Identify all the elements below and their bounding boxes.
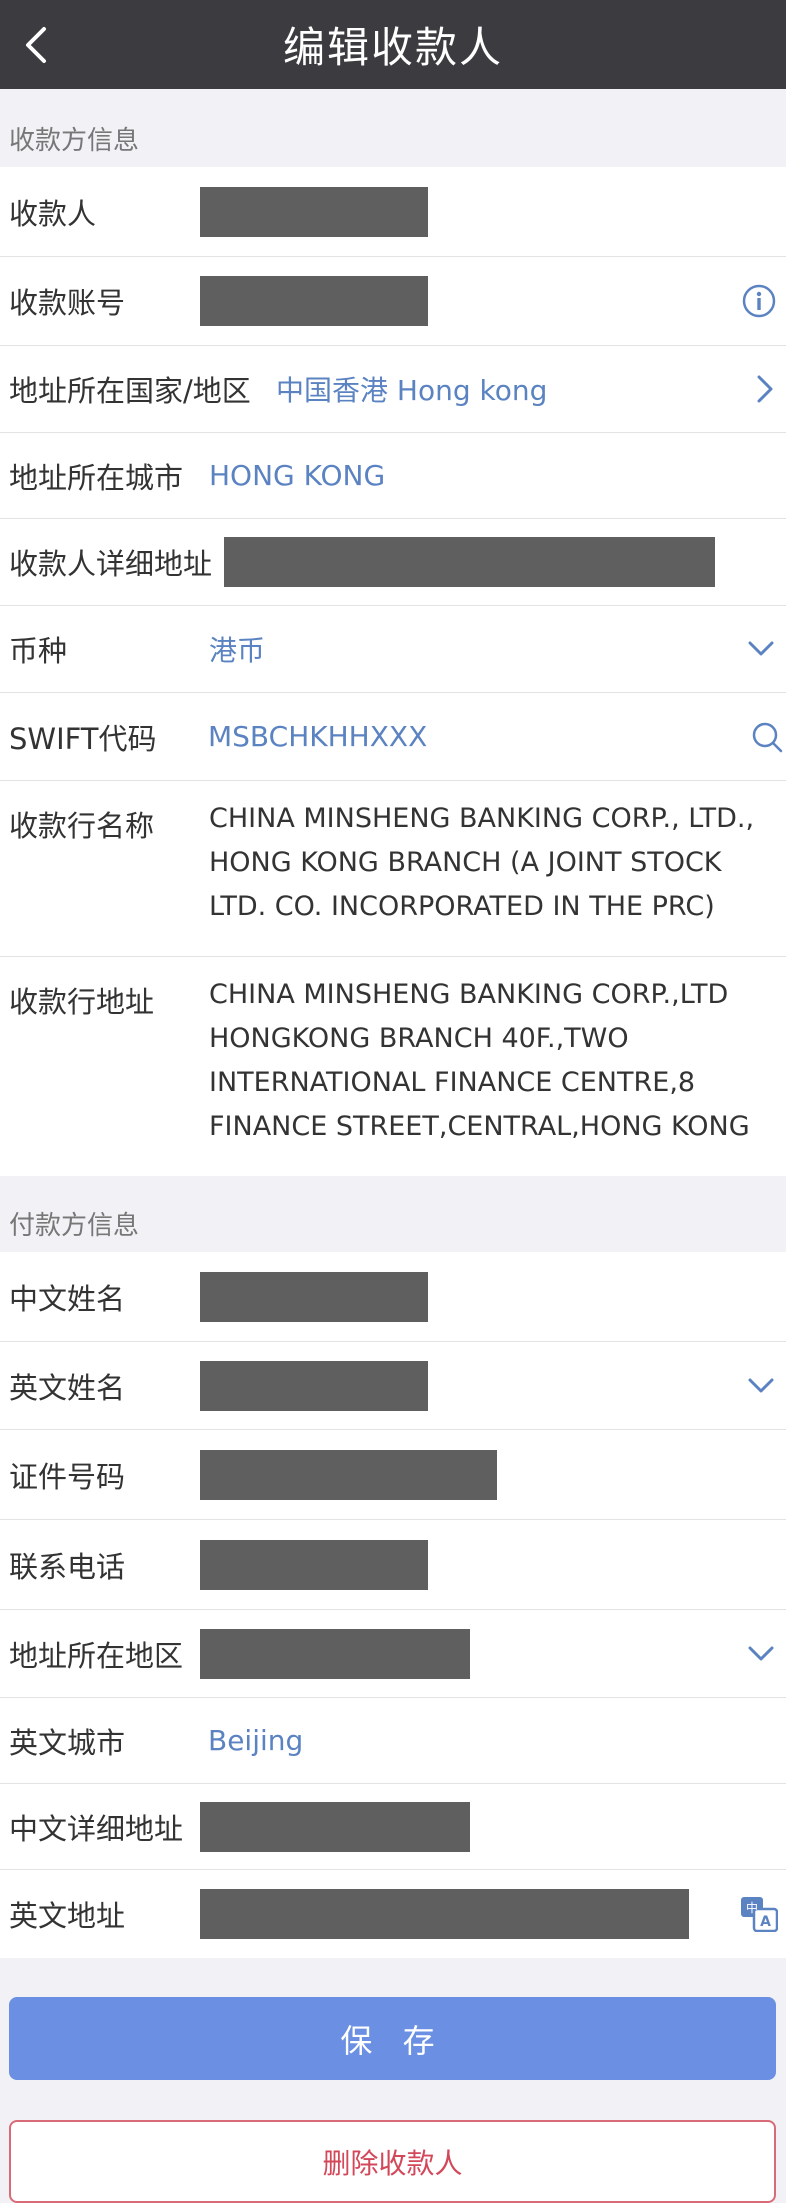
svg-text:A: A bbox=[760, 1914, 771, 1930]
payee-account-row[interactable]: 收款账号 bbox=[0, 257, 786, 346]
en-city-row[interactable]: 英文城市 Beijing bbox=[0, 1698, 786, 1784]
navbar: 编辑收款人 bbox=[0, 0, 786, 89]
currency-row[interactable]: 币种 港币 bbox=[0, 606, 786, 693]
swift-value[interactable]: MSBCHKHHXXX bbox=[208, 720, 427, 753]
en-name-row[interactable]: 英文姓名 bbox=[0, 1342, 786, 1430]
back-button[interactable] bbox=[14, 22, 60, 68]
swift-label: SWIFT代码 bbox=[9, 721, 157, 756]
info-icon bbox=[742, 284, 776, 318]
currency-dropdown-arrow[interactable] bbox=[746, 638, 776, 660]
bank-name-row: 收款行名称 CHINA MINSHENG BANKING CORP., LTD.… bbox=[0, 781, 786, 957]
region-dropdown-arrow[interactable] bbox=[746, 1643, 776, 1665]
city-row[interactable]: 地址所在城市 HONG KONG bbox=[0, 433, 786, 519]
en-address-label: 英文地址 bbox=[9, 1899, 126, 1933]
svg-text:中: 中 bbox=[746, 1900, 758, 1915]
bank-address-row: 收款行地址 CHINA MINSHENG BANKING CORP.,LTD H… bbox=[0, 957, 786, 1176]
chevron-down-icon bbox=[748, 641, 774, 656]
swift-search-button[interactable] bbox=[750, 720, 784, 754]
chevron-down-icon bbox=[748, 1378, 774, 1392]
cn-name-label: 中文姓名 bbox=[9, 1281, 126, 1316]
bank-name-value: CHINA MINSHENG BANKING CORP., LTD., HONG… bbox=[209, 803, 755, 922]
region-label: 地址所在地区 bbox=[9, 1638, 184, 1673]
cn-address-label: 中文详细地址 bbox=[9, 1811, 184, 1846]
payee-name-row[interactable]: 收款人 bbox=[0, 167, 786, 257]
payee-account-label: 收款账号 bbox=[9, 286, 126, 320]
cn-address-masked-field[interactable] bbox=[200, 1801, 470, 1852]
en-city-value[interactable]: Beijing bbox=[208, 1724, 303, 1757]
payee-address-row[interactable]: 收款人详细地址 bbox=[0, 519, 786, 606]
currency-label: 币种 bbox=[9, 634, 68, 668]
translate-icon: 中 A bbox=[741, 1897, 778, 1932]
en-address-row[interactable]: 英文地址 中 A bbox=[0, 1870, 786, 1958]
phone-masked-field[interactable] bbox=[200, 1539, 428, 1590]
delete-payee-button[interactable]: 删除收款人 bbox=[9, 2120, 776, 2203]
country-value: 中国香港 Hong kong bbox=[276, 374, 548, 407]
search-icon bbox=[752, 722, 783, 752]
currency-value: 港币 bbox=[209, 634, 266, 667]
back-chevron-icon bbox=[26, 27, 46, 63]
en-name-label: 英文姓名 bbox=[9, 1370, 126, 1405]
cn-name-row[interactable]: 中文姓名 bbox=[0, 1252, 786, 1342]
country-select-arrow[interactable] bbox=[754, 373, 776, 405]
en-name-masked-field[interactable] bbox=[200, 1360, 428, 1411]
phone-row[interactable]: 联系电话 bbox=[0, 1520, 786, 1610]
en-name-dropdown-arrow[interactable] bbox=[746, 1375, 776, 1397]
chevron-down-icon bbox=[748, 1646, 774, 1660]
bank-name-label: 收款行名称 bbox=[9, 809, 155, 843]
bank-address-label: 收款行地址 bbox=[9, 985, 155, 1019]
payer-section-header: 付款方信息 bbox=[9, 1211, 140, 1241]
payee-card: 收款人 收款账号 地址所在国家/地区 中国香港 Hong kong 地址所在城市… bbox=[0, 167, 786, 1176]
city-label: 地址所在城市 bbox=[9, 460, 184, 495]
city-value[interactable]: HONG KONG bbox=[209, 459, 385, 492]
country-label: 地址所在国家/地区 bbox=[9, 374, 251, 408]
save-button[interactable]: 保 存 bbox=[9, 1997, 776, 2080]
swift-row[interactable]: SWIFT代码 MSBCHKHHXXX bbox=[0, 693, 786, 781]
payee-account-masked-field[interactable] bbox=[200, 276, 428, 326]
cn-name-masked-field[interactable] bbox=[200, 1271, 428, 1322]
region-masked-field[interactable] bbox=[200, 1628, 470, 1679]
id-number-masked-field[interactable] bbox=[200, 1449, 497, 1500]
payee-name-label: 收款人 bbox=[9, 196, 97, 231]
payee-address-label: 收款人详细地址 bbox=[9, 547, 213, 581]
chevron-right-icon bbox=[757, 375, 773, 403]
page-title: 编辑收款人 bbox=[282, 23, 503, 72]
payer-card: 中文姓名 英文姓名 证件号码 联系电话 地址所在地区 英文城市 Beijing bbox=[0, 1252, 786, 1958]
country-row[interactable]: 地址所在国家/地区 中国香港 Hong kong bbox=[0, 346, 786, 433]
cn-address-row[interactable]: 中文详细地址 bbox=[0, 1784, 786, 1870]
id-number-row[interactable]: 证件号码 bbox=[0, 1430, 786, 1520]
phone-label: 联系电话 bbox=[9, 1549, 126, 1584]
payee-address-masked-field[interactable] bbox=[224, 537, 715, 587]
en-address-masked-field[interactable] bbox=[200, 1889, 689, 1939]
payee-section-header: 收款方信息 bbox=[9, 126, 140, 156]
id-number-label: 证件号码 bbox=[9, 1459, 126, 1494]
region-row[interactable]: 地址所在地区 bbox=[0, 1610, 786, 1698]
translate-button[interactable]: 中 A bbox=[740, 1896, 778, 1932]
payee-name-masked-field[interactable] bbox=[200, 186, 428, 237]
en-city-label: 英文城市 bbox=[9, 1725, 126, 1760]
info-button[interactable] bbox=[742, 284, 776, 318]
bank-address-value: CHINA MINSHENG BANKING CORP.,LTD HONGKON… bbox=[209, 979, 750, 1142]
